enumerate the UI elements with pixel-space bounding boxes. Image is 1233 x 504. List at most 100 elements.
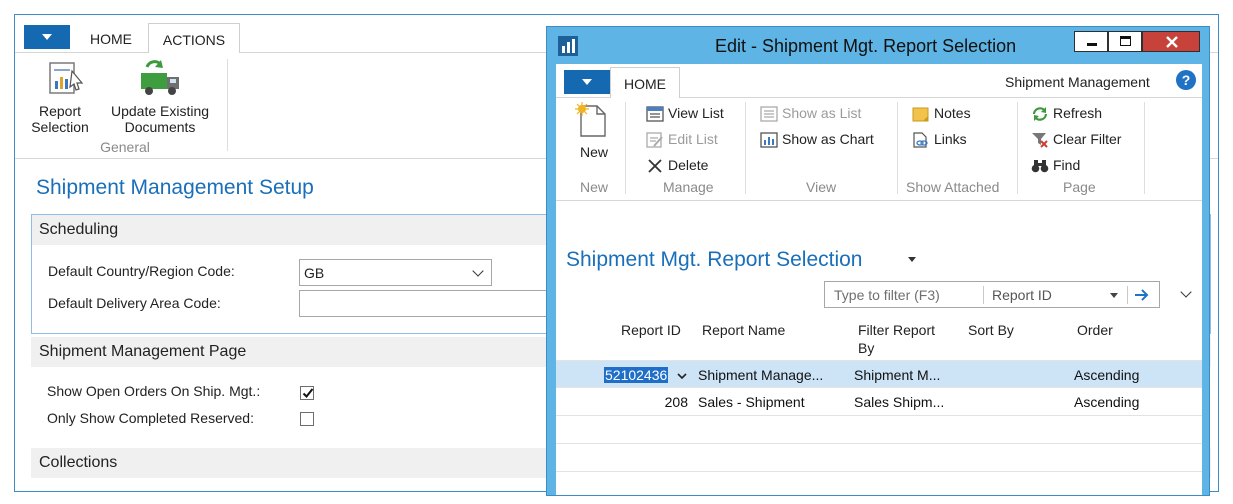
title-dropdown-icon[interactable] <box>908 257 917 263</box>
column-header-filter-line2: By <box>858 340 875 356</box>
page-title: Shipment Management Setup <box>36 176 314 199</box>
binoculars-icon <box>1031 160 1049 173</box>
refresh-label: Refresh <box>1053 105 1103 121</box>
column-header-report-id[interactable]: Report ID <box>621 321 681 339</box>
ribbon-separator <box>625 102 626 194</box>
apply-filter-arrow-icon[interactable] <box>1134 288 1150 302</box>
cell-report-name: Sales - Shipment <box>698 394 805 410</box>
filter-field-dropdown-icon[interactable] <box>1110 293 1119 299</box>
edit-list-button[interactable]: Edit List <box>646 130 736 150</box>
minimize-button[interactable] <box>1074 31 1108 52</box>
column-header-filter-report-by[interactable]: Filter Report By <box>858 321 935 357</box>
show-as-list-icon <box>760 106 778 122</box>
clear-filter-button[interactable]: Clear Filter <box>1031 130 1141 150</box>
dialog-content: HOME Shipment Management ? New New View … <box>556 64 1202 495</box>
checkmark-icon <box>302 388 314 398</box>
tab-actions[interactable]: ACTIONS <box>148 23 240 54</box>
context-label: Shipment Management <box>1005 74 1150 90</box>
edit-list-label: Edit List <box>668 131 718 147</box>
notes-button[interactable]: Notes <box>912 104 992 124</box>
clear-filter-icon <box>1032 133 1048 148</box>
group-view-label: View <box>806 179 837 195</box>
dialog-ribbon: New New View List Edit List Delete Manag… <box>556 98 1202 201</box>
cell-report-id[interactable]: 52102436 <box>604 367 669 383</box>
report-selection-button[interactable]: Report Selection <box>25 55 95 139</box>
cell-order: Ascending <box>1074 394 1140 410</box>
ribbon-separator <box>1017 102 1018 194</box>
group-manage-label: Manage <box>663 179 714 195</box>
table-row-empty[interactable] <box>556 444 1202 472</box>
lookup-dropdown-icon[interactable] <box>677 373 687 380</box>
maximize-button[interactable] <box>1108 31 1142 52</box>
table-row[interactable]: 208 Sales - Shipment Sales Shipm... Asce… <box>556 388 1202 416</box>
delete-button[interactable]: Delete <box>646 156 736 176</box>
default-delivery-label: Default Delivery Area Code: <box>48 295 221 311</box>
report-selection-label-line2: Selection <box>31 119 89 135</box>
close-button[interactable] <box>1142 31 1200 52</box>
filter-field-select[interactable]: Report ID <box>992 287 1052 303</box>
ribbon-separator <box>897 102 898 194</box>
show-as-chart-icon <box>760 132 778 148</box>
dialog-title: Edit - Shipment Mgt. Report Selection <box>715 36 1017 56</box>
tab-home[interactable]: HOME <box>75 31 147 47</box>
table-row-empty[interactable] <box>556 416 1202 444</box>
links-button[interactable]: Links <box>912 130 992 150</box>
show-as-chart-button[interactable]: Show as Chart <box>760 130 890 150</box>
collapse-chevron-icon[interactable] <box>1180 286 1192 298</box>
dialog-ribbon-tab-strip: HOME Shipment Management ? <box>556 64 1202 99</box>
new-label: New <box>580 144 609 160</box>
filter-input[interactable]: Type to filter (F3) <box>834 287 940 303</box>
app-logo-icon <box>558 36 578 56</box>
show-as-list-label: Show as List <box>782 105 862 121</box>
group-new-label: New <box>580 179 609 195</box>
cell-report-name: Shipment Manage... <box>698 367 824 383</box>
notes-icon <box>912 107 929 122</box>
edit-list-icon <box>646 132 663 148</box>
column-header-report-name[interactable]: Report Name <box>702 321 785 339</box>
svg-text:?: ? <box>1182 72 1191 88</box>
show-open-orders-label: Show Open Orders On Ship. Mgt.: <box>47 383 261 399</box>
find-button[interactable]: Find <box>1031 156 1111 176</box>
cell-report-id-value: 52102436 <box>604 367 669 383</box>
show-open-orders-checkbox[interactable] <box>300 386 314 400</box>
find-label: Find <box>1053 157 1081 173</box>
new-button[interactable]: New <box>568 100 620 170</box>
delete-icon <box>648 159 662 173</box>
dialog-application-menu-button[interactable] <box>564 70 610 94</box>
view-list-button[interactable]: View List <box>646 104 736 124</box>
column-header-sort-by[interactable]: Sort By <box>968 321 1014 339</box>
report-selection-icon <box>49 62 84 94</box>
cell-order: Ascending <box>1074 367 1140 383</box>
cell-filter-report-by: Sales Shipm... <box>854 394 945 410</box>
application-menu-button[interactable] <box>24 25 70 49</box>
delete-label: Delete <box>668 157 709 173</box>
update-existing-documents-button[interactable]: Update Existing Documents <box>101 55 219 139</box>
filter-divider <box>983 286 984 304</box>
default-country-combo[interactable]: GB <box>299 259 492 286</box>
links-icon <box>913 132 928 148</box>
update-docs-label-line1: Update Existing <box>110 103 210 119</box>
refresh-button[interactable]: Refresh <box>1031 104 1131 124</box>
links-label: Links <box>934 131 967 147</box>
cell-report-id: 208 <box>664 394 688 410</box>
ribbon-separator <box>227 59 228 151</box>
close-icon <box>1166 36 1178 48</box>
only-completed-checkbox[interactable] <box>300 412 314 426</box>
table-row-empty[interactable] <box>556 472 1202 495</box>
report-selection-dialog: Edit - Shipment Mgt. Report Selection HO… <box>546 26 1210 496</box>
column-header-order[interactable]: Order <box>1077 321 1113 339</box>
minimize-icon <box>1087 43 1097 46</box>
notes-label: Notes <box>934 105 971 121</box>
group-page-label: Page <box>1063 179 1096 195</box>
view-list-icon <box>646 106 664 122</box>
help-icon[interactable]: ? <box>1176 70 1196 90</box>
column-header-filter-line1: Filter Report <box>858 322 936 338</box>
maximize-icon <box>1120 36 1131 46</box>
truck-refresh-icon <box>141 60 179 95</box>
dialog-tab-home[interactable]: HOME <box>610 67 680 99</box>
update-docs-label-line2: Documents <box>124 119 196 135</box>
report-selection-label-line1: Report <box>38 103 82 119</box>
show-as-list-button[interactable]: Show as List <box>760 104 880 124</box>
refresh-icon <box>1032 107 1048 121</box>
table-row[interactable]: 52102436 Shipment Manage... Shipment M..… <box>556 360 1202 388</box>
